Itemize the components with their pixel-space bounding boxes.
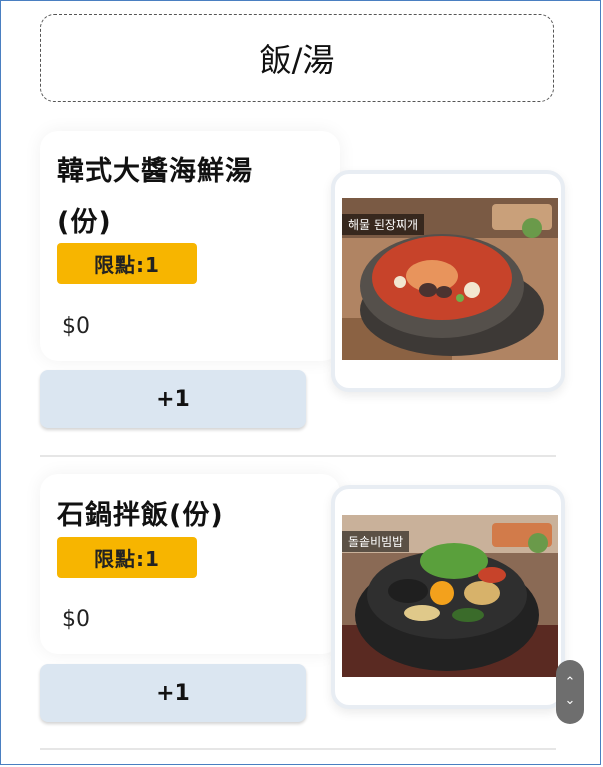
doenjang-stew-photo: 해물 된장찌개 [342,198,558,360]
chevron-down-icon[interactable]: ⌄ [565,692,576,710]
divider [40,455,556,457]
item-price: $0 [62,314,90,339]
item-name: 石鍋拌飯(份) [57,500,224,531]
limit-badge: 限點:1 [57,537,197,578]
item-name: 韓式大醬海鮮湯 [57,156,253,187]
add-one-button[interactable]: +1 [40,664,306,722]
scroll-widget[interactable]: ⌃ ⌄ [556,660,584,724]
photo-caption: 돌솥비빔밥 [342,531,410,552]
add-one-button[interactable]: +1 [40,370,306,428]
limit-badge: 限點:1 [57,243,197,284]
menu-item-card: 石鍋拌飯(份) 限點:1 $0 [40,474,340,654]
category-title: 飯/湯 [259,41,335,79]
category-header: 飯/湯 [40,14,554,102]
chevron-up-icon[interactable]: ⌃ [565,674,576,692]
item-image-card[interactable]: 돌솥비빔밥 [331,485,565,709]
item-name-unit: (份) [57,207,112,238]
item-image-card[interactable]: 해물 된장찌개 [331,170,565,392]
divider [40,748,556,750]
bibimbap-photo: 돌솥비빔밥 [342,515,558,677]
menu-item-card: 韓式大醬海鮮湯 (份) 限點:1 $0 [40,131,340,361]
photo-caption: 해물 된장찌개 [342,214,425,235]
item-price: $0 [62,607,90,632]
